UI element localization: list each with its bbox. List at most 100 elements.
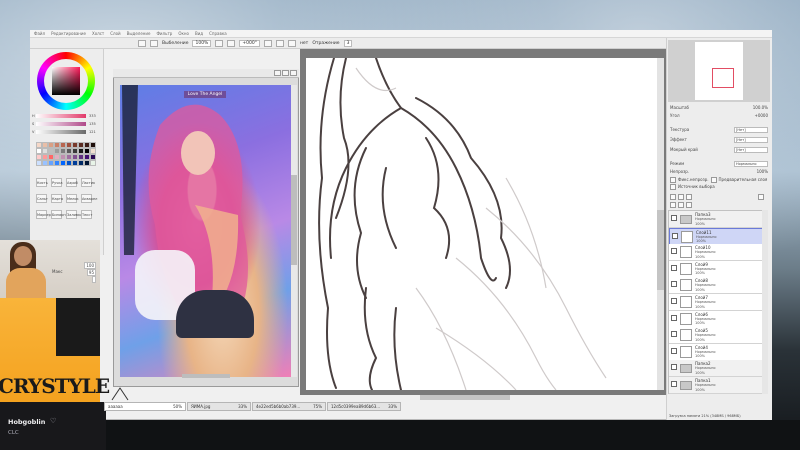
tool-button[interactable]: Заливка — [66, 210, 82, 219]
visibility-icon[interactable] — [671, 347, 677, 354]
blend-select[interactable]: Нормально — [734, 160, 768, 167]
tool-button[interactable]: Сальт — [36, 194, 48, 203]
merge-icon[interactable] — [686, 194, 692, 200]
layer-row[interactable]: Слой7 Нормально 100% — [669, 294, 763, 311]
checkbox-icon[interactable] — [670, 183, 676, 190]
menu-item[interactable]: Вид — [195, 31, 203, 36]
visibility-icon[interactable] — [671, 381, 677, 387]
visibility-icon[interactable] — [671, 314, 677, 321]
tool-button[interactable]: Акварел — [81, 194, 97, 203]
checkbox-icon[interactable] — [710, 176, 717, 183]
edge-select[interactable]: [Нет] — [734, 146, 768, 153]
clear-layer-icon[interactable] — [678, 202, 684, 208]
maximize-icon[interactable] — [282, 70, 289, 76]
visibility-icon[interactable] — [672, 232, 678, 239]
heart-icon[interactable]: ♡ — [50, 417, 56, 425]
brush-stat-value[interactable] — [92, 276, 96, 283]
visibility-icon[interactable] — [671, 298, 677, 304]
tool-button[interactable]: Аэроб — [66, 178, 78, 187]
reference-horizontal-scroll-thumb[interactable] — [182, 374, 230, 378]
layers-scrollbar[interactable] — [762, 210, 768, 394]
select-all-button[interactable] — [138, 39, 146, 47]
flip-button[interactable] — [287, 39, 296, 47]
tool-button[interactable]: Бинарн — [51, 210, 66, 219]
layer-row[interactable]: Слой4 Нормально 100% — [669, 343, 763, 361]
canvas-scroll-thumb[interactable] — [657, 210, 664, 290]
visibility-icon[interactable] — [671, 264, 677, 271]
navigator-view-rect[interactable] — [712, 68, 734, 88]
close-icon[interactable] — [290, 70, 297, 76]
effect-select[interactable]: [Нет] — [734, 136, 768, 143]
layer-row[interactable]: Слой5 Нормально 100% — [669, 327, 763, 345]
visibility-icon[interactable] — [671, 281, 677, 288]
visibility-icon[interactable] — [671, 248, 677, 255]
copy-layer-icon[interactable] — [670, 202, 676, 208]
texture-select[interactable]: [Нет] — [734, 126, 768, 133]
tool-button[interactable]: Кисть — [36, 178, 48, 187]
stream-category[interactable]: CLC — [8, 430, 19, 436]
checkbox-icon[interactable] — [670, 176, 676, 183]
color-slider[interactable] — [36, 122, 86, 126]
tool-button[interactable]: Карта — [51, 194, 63, 203]
tool-button[interactable]: Текст — [81, 210, 92, 219]
color-slider[interactable] — [36, 130, 86, 134]
zoom-value[interactable]: 100.0% — [753, 105, 768, 110]
visibility-icon[interactable] — [671, 364, 677, 371]
rotate-right-button[interactable] — [275, 39, 284, 47]
brush-stat-value[interactable]: 95 — [86, 269, 96, 276]
mask-icon[interactable] — [686, 202, 692, 208]
reference-scroll-thumb[interactable] — [291, 175, 297, 265]
layer-folder[interactable]: Папка3 Нормально 100% — [669, 211, 763, 228]
layer-row[interactable]: Слой8 Нормально 100% — [669, 277, 763, 295]
deselect-button[interactable] — [150, 39, 158, 47]
layer-row[interactable]: Слой9 Нормально 100% — [669, 260, 763, 278]
opacity-value[interactable]: 100% — [757, 169, 768, 174]
lineart-drawing — [318, 58, 607, 390]
menu-item[interactable]: Холст — [92, 31, 104, 36]
color-swatch[interactable] — [90, 160, 96, 166]
menu-item[interactable]: Слой — [110, 31, 120, 36]
brush-stat-value[interactable]: 100 — [84, 262, 96, 269]
mode-value[interactable]: нет — [300, 41, 308, 46]
color-slider-label: V — [32, 130, 35, 134]
canvas-horizontal-scroll-thumb[interactable] — [420, 395, 510, 400]
layer-folder[interactable]: Папка2 Нормально 100% — [669, 360, 763, 378]
menu-item[interactable]: Редактирование — [51, 31, 86, 36]
new-folder-icon[interactable] — [678, 194, 684, 200]
color-slider[interactable] — [36, 114, 86, 118]
tool-button[interactable]: Ластик — [81, 178, 95, 187]
zoom-in-button[interactable] — [215, 39, 224, 47]
document-tab[interactable]: аааааа 50% — [104, 402, 186, 411]
stabilizer-field[interactable]: 3 — [343, 39, 353, 47]
reference-title-bar[interactable] — [113, 69, 299, 78]
menu-item[interactable]: Файл — [34, 31, 45, 36]
menu-item[interactable]: Справка — [209, 31, 227, 36]
layer-folder[interactable]: Папка1 Нормально 100% — [669, 377, 763, 394]
delete-layer-icon[interactable] — [758, 194, 764, 200]
menu-item[interactable]: Окно — [178, 31, 189, 36]
rotate-left-button[interactable] — [263, 39, 272, 47]
tool-button[interactable]: Мелок — [66, 194, 79, 203]
document-tab[interactable]: ЯИМА.jpg 33% — [187, 402, 251, 411]
layer-thumbnail — [680, 312, 692, 325]
selection-label[interactable]: Выбеление — [162, 41, 188, 46]
streamer-name[interactable]: Hobgoblin — [8, 418, 45, 426]
document-tab[interactable]: 12d5c0399ea89d6b63... 33% — [327, 402, 401, 411]
document-tab[interactable]: 4e22ed5b6b0ab739... 75% — [252, 402, 326, 411]
zoom-out-button[interactable] — [227, 39, 236, 47]
layer-row[interactable]: Слой6 Нормально 100% — [669, 310, 763, 328]
layer-row[interactable]: Слой10 Нормально 100% — [669, 244, 763, 262]
new-layer-icon[interactable] — [670, 194, 676, 200]
angle-value[interactable]: +0000 — [754, 113, 768, 118]
saturation-value-square[interactable] — [52, 67, 80, 95]
minimize-icon[interactable] — [274, 70, 281, 76]
menu-item[interactable]: Выделение — [127, 31, 151, 36]
angle-field[interactable]: +000° — [239, 39, 260, 47]
tool-button[interactable]: Ручка — [51, 178, 63, 187]
visibility-icon[interactable] — [671, 331, 677, 338]
zoom-field[interactable]: 100% — [192, 39, 212, 47]
layer-row[interactable]: Слой11 Нормально 100% — [669, 227, 763, 245]
visibility-icon[interactable] — [671, 215, 677, 221]
tool-button[interactable]: Маркер — [36, 210, 51, 219]
menu-item[interactable]: Фильтр — [156, 31, 172, 36]
